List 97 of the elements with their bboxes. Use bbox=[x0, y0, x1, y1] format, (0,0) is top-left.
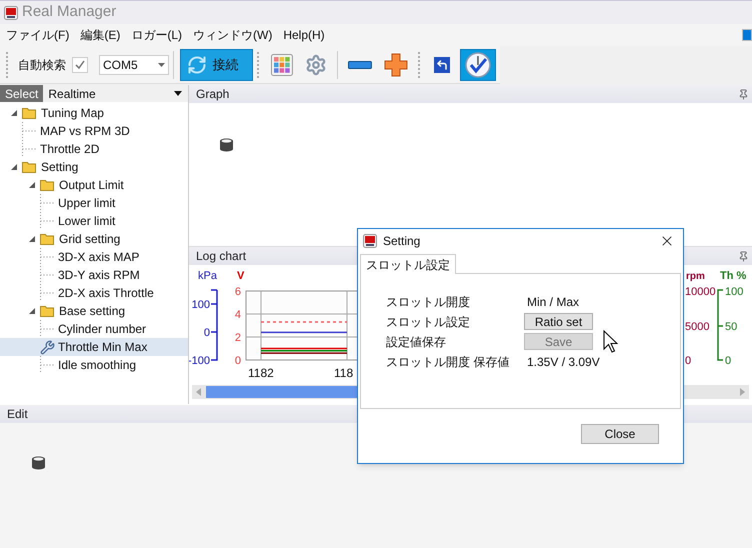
tick-labels: 10000 5000 0 bbox=[685, 286, 716, 367]
window-title: Real Manager bbox=[22, 2, 116, 22]
dialog-title: Setting bbox=[383, 233, 420, 250]
panel-title: Edit bbox=[6, 406, 29, 423]
pin-icon[interactable] bbox=[738, 88, 749, 100]
tick-label: 100 bbox=[725, 286, 744, 298]
tree-item[interactable]: Cylinder number bbox=[0, 320, 188, 338]
tick-label: 100 bbox=[192, 299, 210, 311]
tick-label: 4 bbox=[234, 309, 241, 321]
expander-icon[interactable] bbox=[28, 181, 36, 189]
folder-icon bbox=[22, 161, 36, 173]
tree-item[interactable]: Upper limit bbox=[0, 194, 188, 212]
close-button[interactable]: Close bbox=[581, 424, 659, 444]
tile-icon[interactable] bbox=[742, 29, 752, 41]
auto-search-label: 自動検索 bbox=[18, 56, 66, 74]
setting-value: 1.35V / 3.09V bbox=[527, 354, 600, 370]
caret-icon bbox=[158, 62, 165, 66]
tree-line bbox=[40, 356, 56, 374]
tree-item[interactable]: Throttle 2D bbox=[0, 140, 188, 158]
tick-label: 118 bbox=[334, 366, 354, 380]
clock-check-icon bbox=[465, 52, 492, 78]
database-icon bbox=[32, 456, 45, 470]
axis-label: rpm bbox=[686, 271, 705, 282]
connect-button[interactable]: 接続 bbox=[180, 48, 254, 80]
folder-icon bbox=[22, 107, 36, 119]
folder-icon bbox=[40, 179, 54, 191]
toolbar-grip[interactable] bbox=[418, 52, 422, 78]
settings-icon bbox=[305, 54, 328, 76]
menu-item[interactable]: Help(H) bbox=[283, 26, 325, 44]
setting-button[interactable]: Ratio set bbox=[524, 313, 593, 330]
tree-line bbox=[40, 248, 56, 266]
cursor-icon bbox=[603, 330, 619, 354]
checkbox[interactable] bbox=[72, 56, 88, 72]
plus-icon bbox=[384, 52, 408, 76]
sync-icon bbox=[186, 54, 207, 74]
tick-label: 0 bbox=[234, 355, 241, 367]
tick-label: 0 bbox=[725, 355, 732, 367]
tree-line bbox=[40, 266, 56, 284]
panel-title: Graph bbox=[195, 86, 230, 103]
expander-icon[interactable] bbox=[28, 307, 36, 315]
select-label: Select bbox=[0, 85, 44, 102]
tree-item[interactable]: 3D-Y axis RPM bbox=[0, 266, 188, 284]
tree-item[interactable]: Idle smoothing bbox=[0, 356, 188, 374]
tree-item[interactable]: Lower limit bbox=[0, 212, 188, 230]
tree-line bbox=[40, 320, 56, 338]
tick-label: 0 bbox=[204, 327, 210, 339]
setting-value: Min / Max bbox=[527, 294, 580, 310]
tick-label: 2 bbox=[234, 332, 241, 344]
toolbar-button[interactable] bbox=[460, 48, 496, 80]
menu-item[interactable]: ファイル(F) bbox=[6, 26, 70, 44]
tree-item[interactable]: Base setting bbox=[0, 302, 188, 320]
view-dropdown[interactable]: Realtime bbox=[43, 84, 188, 102]
tree-item[interactable]: Throttle Min Max bbox=[0, 338, 188, 356]
tree-line bbox=[22, 122, 38, 140]
setting-label: スロットル開度 保存値 bbox=[386, 354, 510, 370]
axis-label: Th % bbox=[720, 270, 746, 282]
tree-line bbox=[40, 194, 56, 212]
app-logo-icon bbox=[4, 6, 18, 20]
tree-item[interactable]: 3D-X axis MAP bbox=[0, 248, 188, 266]
tree-item[interactable]: Output Limit bbox=[0, 176, 188, 194]
folder-icon bbox=[40, 233, 54, 245]
tree-item[interactable]: Grid setting bbox=[0, 230, 188, 248]
setting-label: スロットル設定 bbox=[386, 314, 471, 330]
menu-item[interactable]: 編集(E) bbox=[80, 26, 120, 44]
menu-item[interactable]: ウィンドウ(W) bbox=[193, 26, 272, 44]
expander-icon[interactable] bbox=[28, 235, 36, 243]
setting-label: スロットル開度 bbox=[386, 294, 471, 310]
minus-icon bbox=[348, 60, 372, 68]
tree-item[interactable]: Setting bbox=[0, 158, 188, 176]
app-logo-icon bbox=[363, 234, 377, 248]
tick-label: 50 bbox=[725, 321, 738, 333]
database-icon bbox=[220, 138, 233, 152]
axis-label: V bbox=[237, 270, 244, 282]
color-grid-icon bbox=[271, 54, 294, 76]
tick-label: 6 bbox=[234, 286, 241, 298]
caret-icon bbox=[174, 91, 182, 96]
tree-item[interactable]: Tuning Map bbox=[0, 104, 188, 122]
tree-item[interactable]: 2D-X axis Throttle bbox=[0, 284, 188, 302]
toolbar-grip[interactable] bbox=[257, 52, 262, 78]
tab[interactable]: スロットル設定 bbox=[360, 254, 456, 274]
expander-icon[interactable] bbox=[10, 163, 18, 171]
pin-icon[interactable] bbox=[738, 250, 749, 262]
expander-icon[interactable] bbox=[10, 109, 18, 117]
check-icon bbox=[74, 60, 85, 70]
tree-line bbox=[40, 212, 56, 230]
tree-item[interactable]: MAP vs RPM 3D bbox=[0, 122, 188, 140]
tick-label: 1182 bbox=[248, 366, 274, 380]
menu-item[interactable]: ロガー(L) bbox=[131, 26, 182, 44]
folder-icon bbox=[40, 305, 54, 317]
setting-label: 設定値保存 bbox=[386, 334, 447, 350]
tree-line bbox=[22, 140, 38, 158]
tree-line bbox=[40, 284, 56, 302]
axis-label: kPa bbox=[198, 270, 217, 282]
wrench-icon bbox=[40, 340, 55, 354]
toolbar-grip[interactable] bbox=[6, 52, 10, 78]
panel-title: Log chart bbox=[195, 248, 248, 265]
port-dropdown[interactable]: COM5 bbox=[98, 54, 169, 74]
